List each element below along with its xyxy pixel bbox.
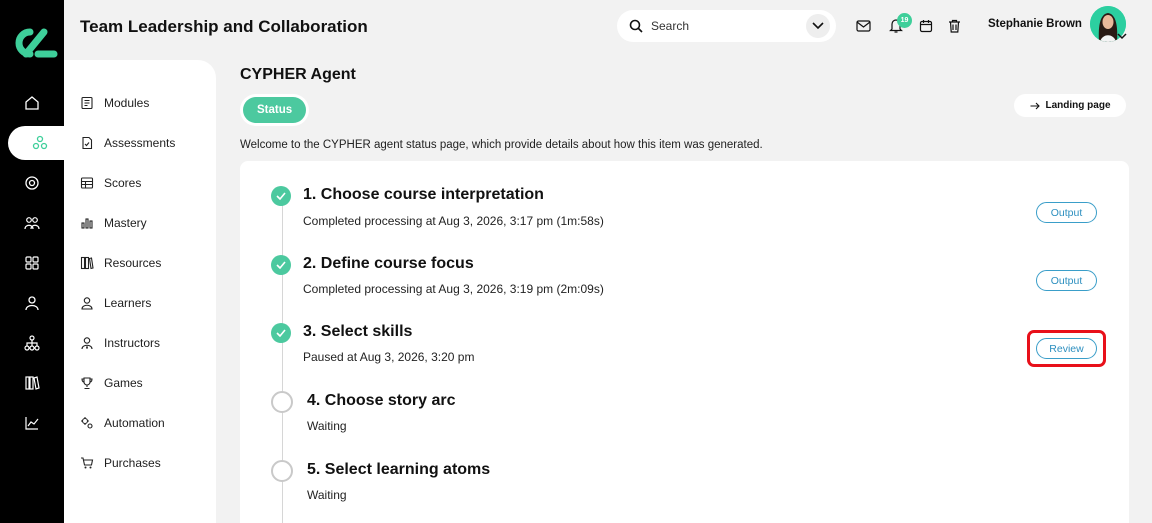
step-title: 1. Choose course interpretation (303, 186, 544, 203)
user-name[interactable]: Stephanie Brown (988, 18, 1082, 30)
books-icon (80, 256, 94, 270)
subnav-item-learners[interactable]: Learners (80, 293, 151, 313)
chevron-down-icon[interactable] (806, 14, 830, 38)
icon-rail (0, 0, 72, 523)
subnav-label: Resources (104, 256, 162, 270)
search-input[interactable] (651, 19, 801, 33)
rail-home-icon[interactable] (0, 86, 64, 120)
step-complete-icon (271, 186, 291, 206)
rail-org-chart-icon[interactable] (0, 326, 64, 360)
rail-people-icon[interactable] (0, 206, 64, 240)
subnav-item-scores[interactable]: Scores (80, 173, 141, 193)
gears-icon (81, 417, 93, 429)
subnav-item-resources[interactable]: Resources (80, 253, 161, 273)
table-icon (80, 177, 94, 189)
subnav-label: Instructors (104, 336, 161, 350)
subnav-item-assessments[interactable]: Assessments (80, 133, 175, 153)
output-button[interactable]: Output (1036, 270, 1097, 291)
app-title: Team Leadership and Collaboration (80, 17, 368, 36)
step-title: 5. Select learning atoms (307, 461, 491, 478)
instructor-icon (81, 337, 93, 350)
subnav-label: Automation (104, 416, 165, 430)
step-status: Waiting (307, 488, 347, 502)
rail-library-icon[interactable] (0, 366, 64, 400)
trophy-icon (81, 377, 93, 390)
subnav-item-instructors[interactable]: Instructors (80, 333, 160, 353)
step-status: Completed processing at Aug 3, 2026, 3:1… (303, 214, 604, 228)
step-complete-icon (271, 323, 291, 343)
step-title: 2. Define course focus (303, 255, 474, 272)
step-title: 3. Select skills (303, 323, 413, 340)
mail-icon[interactable] (855, 17, 872, 34)
user-menu-chevron-icon[interactable] (1117, 32, 1127, 40)
rail-network-icon[interactable] (8, 126, 72, 160)
steps-card: 1. Choose course interpretation Complete… (240, 161, 1129, 523)
arrow-right-icon (1030, 102, 1040, 109)
search-bar[interactable] (617, 10, 836, 42)
subnav-item-games[interactable]: Games (80, 373, 143, 393)
subnav-label: Purchases (104, 456, 161, 470)
page-title: CYPHER Agent (240, 66, 356, 83)
calendar-icon[interactable] (917, 17, 934, 34)
intro-text: Welcome to the CYPHER agent status page,… (240, 139, 763, 151)
subnav-label: Assessments (104, 136, 176, 150)
rail-trend-icon[interactable] (0, 406, 64, 440)
review-highlight-box (1027, 330, 1106, 367)
landing-page-label: Landing page (1045, 100, 1111, 111)
step-pending-icon (271, 391, 293, 413)
trash-icon[interactable] (946, 17, 963, 34)
bar-chart-icon (81, 218, 93, 229)
search-icon (629, 19, 643, 33)
step-status: Waiting (307, 419, 347, 433)
logo-icon[interactable] (8, 26, 58, 60)
subnav-label: Scores (104, 176, 142, 190)
tab-status-label: Status (243, 97, 307, 123)
rail-person-icon[interactable] (0, 286, 64, 320)
learner-icon (81, 297, 93, 310)
tab-status[interactable]: Status (240, 94, 310, 126)
subnav-item-purchases[interactable]: Purchases (80, 453, 161, 473)
notification-badge: 19 (897, 13, 912, 28)
secondary-sidebar: Modules Assessments Scores Mastery Resou… (64, 60, 216, 523)
step-pending-icon (271, 460, 293, 482)
subnav-label: Learners (104, 296, 152, 310)
rail-target-icon[interactable] (0, 166, 64, 200)
subnav-item-modules[interactable]: Modules (80, 93, 149, 113)
subnav-item-mastery[interactable]: Mastery (80, 213, 147, 233)
output-button[interactable]: Output (1036, 202, 1097, 223)
rail-grid-icon[interactable] (0, 246, 64, 280)
subnav-item-automation[interactable]: Automation (80, 413, 165, 433)
landing-page-button[interactable]: Landing page (1014, 94, 1126, 117)
step-complete-icon (271, 255, 291, 275)
assessment-icon (82, 136, 93, 150)
step-title: 4. Choose story arc (307, 392, 456, 409)
subnav-label: Mastery (104, 216, 147, 230)
step-status: Completed processing at Aug 3, 2026, 3:1… (303, 282, 604, 296)
module-icon (81, 96, 93, 110)
subnav-label: Games (104, 376, 143, 390)
step-status: Paused at Aug 3, 2026, 3:20 pm (303, 350, 475, 364)
subnav-label: Modules (104, 96, 150, 110)
cart-icon (81, 457, 94, 469)
